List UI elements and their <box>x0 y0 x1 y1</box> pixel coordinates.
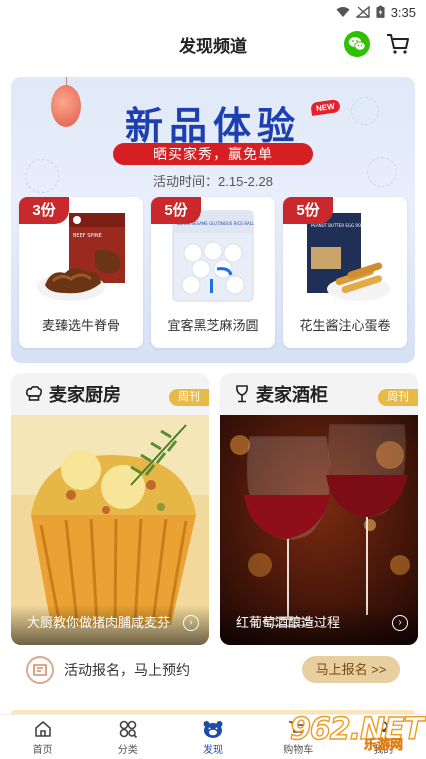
banner-subtitle: 晒买家秀，赢免单 <box>113 143 313 165</box>
chevron-right-icon[interactable]: › <box>183 615 199 631</box>
watermark-subtitle: 乐游网 <box>364 737 404 753</box>
product-card-beef-spine[interactable]: 3份 BEEF SPINE 麦臻选牛脊骨 <box>19 197 143 348</box>
shopping-cart-icon <box>387 34 409 54</box>
section-kitchen[interactable]: 麦家厨房 周刊 大厨教你做猪肉脯咸麦芬 › <box>11 373 209 645</box>
category-icon <box>119 720 137 738</box>
nav-label: 分类 <box>117 744 138 756</box>
weekly-tag: 周刊 <box>378 389 418 406</box>
product-name: 花生酱注心蛋卷 <box>299 318 391 333</box>
home-icon <box>34 720 51 737</box>
quantity-tag: 3份 <box>19 197 69 224</box>
nav-item-discover[interactable]: 发现 <box>170 715 255 759</box>
section-caption: 大厨教你做猪肉脯咸麦芬 <box>27 615 171 630</box>
nav-label: 发现 <box>203 744 223 756</box>
weekly-tag: 周刊 <box>169 389 209 406</box>
signup-logo-icon <box>26 656 54 684</box>
activity-time: 活动时间：2.15-2.28 <box>153 174 273 189</box>
header: 发现频道 <box>0 24 426 64</box>
page-title: 发现频道 <box>179 36 247 56</box>
wine-glass-icon <box>236 385 248 403</box>
chef-hat-icon <box>25 385 43 401</box>
watermark-logo: 962.NET <box>289 711 424 747</box>
battery-charging-icon <box>376 5 385 18</box>
discover-bear-icon <box>203 720 223 738</box>
wifi-icon <box>336 7 350 17</box>
new-product-banner[interactable]: 新品体验 NEW 晒买家秀，赢免单 活动时间：2.15-2.28 3份 BEEF… <box>11 77 415 363</box>
product-card-peanut-egg-roll[interactable]: 5份 PEANUT BUTTER EGG ROLLS 花生酱注心蛋卷 <box>283 197 407 348</box>
quantity-tag: 5份 <box>283 197 333 224</box>
site-watermark: 962.NET 乐游网 <box>288 711 424 756</box>
nav-label: 首页 <box>32 744 53 756</box>
quantity-tag: 5份 <box>151 197 201 224</box>
banner-title: 新品体验 <box>124 104 301 148</box>
wechat-icon <box>348 37 366 51</box>
package-label: BEEF SPINE <box>73 233 102 239</box>
product-name: 宜客黑芝麻汤圆 <box>167 318 259 333</box>
nav-item-home[interactable]: 首页 <box>0 715 85 759</box>
wechat-share-button[interactable] <box>344 31 370 57</box>
product-card-sesame-rice-ball[interactable]: 5份 BLACK SESAME GLUTINOUS RICE BALL 宜客黑芝… <box>151 197 275 348</box>
status-bar: 3:35 <box>0 0 426 24</box>
header-cart-button[interactable] <box>384 30 412 58</box>
product-name: 麦臻选牛脊骨 <box>41 318 120 333</box>
section-caption: 红葡萄酒酿造过程 <box>236 615 341 630</box>
section-title: 麦家酒柜 <box>256 385 328 405</box>
signal-off-icon <box>355 6 370 18</box>
chevron-right-icon[interactable]: › <box>392 615 408 631</box>
status-time: 3:35 <box>390 4 416 20</box>
section-wine[interactable]: 麦家酒柜 周刊 红葡萄酒酿造过程 › <box>220 373 418 645</box>
signup-bar: 活动报名，马上预约 马上报名 >> <box>26 653 400 687</box>
signup-now-button[interactable]: 马上报名 >> <box>302 656 400 683</box>
section-title: 麦家厨房 <box>49 385 121 405</box>
signup-text: 活动报名，马上预约 <box>64 662 190 678</box>
nav-item-category[interactable]: 分类 <box>85 715 170 759</box>
